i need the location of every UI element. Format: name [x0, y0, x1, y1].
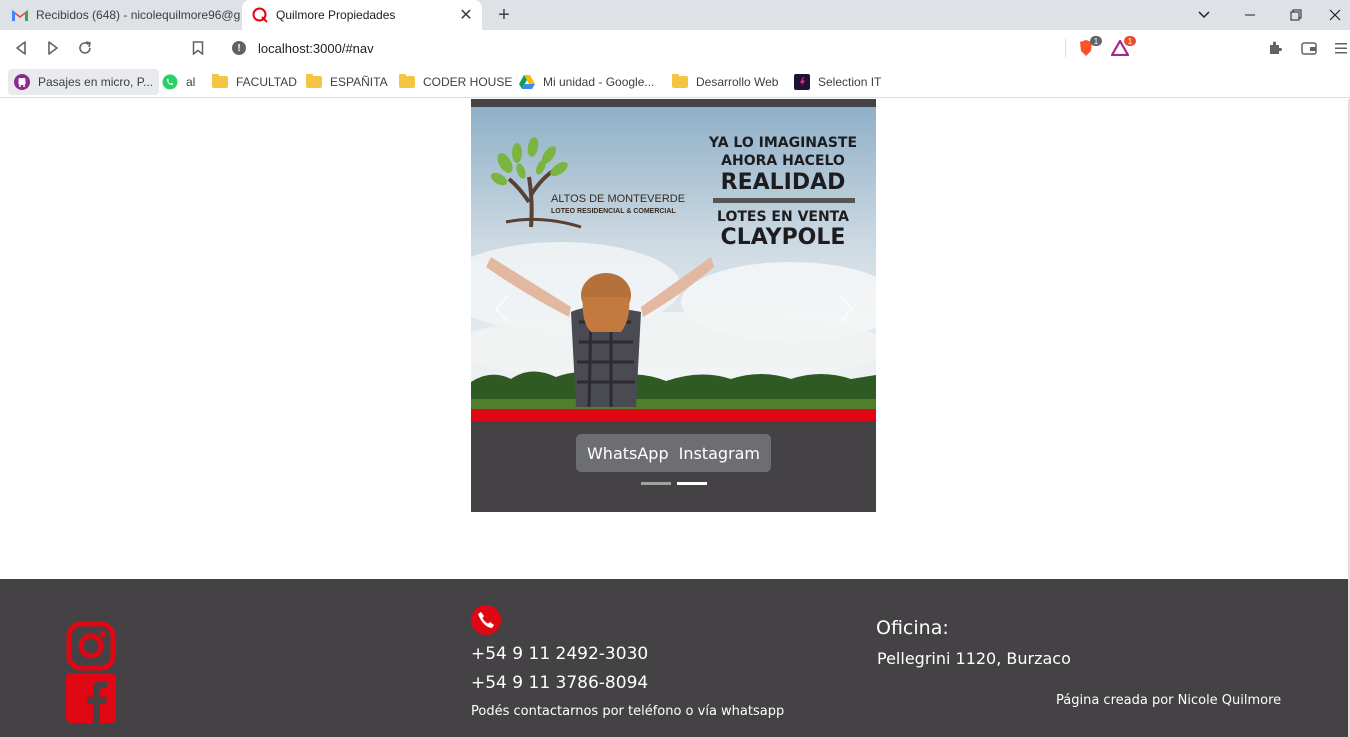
folder-icon: [306, 74, 322, 90]
page-content: ALTOS DE MONTEVERDE LOTEO RESIDENCIAL & …: [0, 99, 1350, 737]
new-tab-button[interactable]: +: [492, 3, 516, 27]
address-bar[interactable]: ! localhost:3000/#nav 1 1: [222, 34, 1142, 62]
site-footer: +54 9 11 2492-3030 +54 9 11 3786-8094 Po…: [0, 579, 1350, 737]
bookmark-selection-it[interactable]: Selection IT: [788, 69, 887, 95]
bookmark-label: Mi unidad - Google...: [543, 75, 655, 89]
instagram-link[interactable]: Instagram: [679, 444, 760, 463]
tab-search-icon[interactable]: [1181, 0, 1227, 30]
phone-icon: [471, 605, 501, 635]
credit-text: Página creada por Nicole Quilmore: [1056, 693, 1282, 708]
divider: [1065, 39, 1066, 57]
folder-icon: [399, 74, 415, 90]
bookmark-label: ESPAÑITA: [330, 75, 388, 89]
carousel-next-button[interactable]: [831, 289, 861, 329]
instagram-icon[interactable]: [66, 621, 116, 671]
slide-brand-line2: LOTEO RESIDENCIAL & COMERCIAL: [551, 208, 676, 215]
wallet-icon[interactable]: [1297, 36, 1321, 60]
whatsapp-link[interactable]: WhatsApp: [587, 444, 669, 463]
bookmark-label: CODER HOUSE: [423, 75, 513, 89]
restore-button[interactable]: [1273, 0, 1319, 30]
tab-title: Recibidos (648) - nicolequilmore96@g: [36, 8, 241, 22]
menu-icon[interactable]: [1331, 36, 1350, 60]
rewards-count: 1: [1124, 36, 1136, 46]
facebook-icon[interactable]: [66, 673, 116, 723]
url-text: localhost:3000/#nav: [258, 40, 374, 56]
bus-icon: [14, 74, 30, 90]
bookmark-label: FACULTAD: [236, 75, 297, 89]
carousel-slide-image: ALTOS DE MONTEVERDE LOTEO RESIDENCIAL & …: [471, 107, 876, 421]
brave-shields-icon[interactable]: 1: [1074, 36, 1102, 60]
bookmark-desarrollo-web[interactable]: Desarrollo Web: [666, 69, 784, 95]
forward-button[interactable]: [41, 36, 65, 60]
minimize-button[interactable]: [1227, 0, 1273, 30]
bookmark-pasajes[interactable]: Pasajes en micro, P...: [8, 69, 160, 95]
bookmark-label: Pasajes en micro, P...: [38, 75, 154, 89]
extensions-icon[interactable]: [1263, 36, 1287, 60]
bookmark-icon[interactable]: [186, 36, 210, 60]
social-links: [66, 621, 116, 725]
carousel-prev-button[interactable]: [487, 289, 517, 329]
tab-gmail[interactable]: Recibidos (648) - nicolequilmore96@g: [0, 0, 242, 30]
carousel-indicator-1[interactable]: [641, 482, 671, 485]
bookmark-coder-house[interactable]: CODER HOUSE: [393, 69, 518, 95]
shields-count: 1: [1090, 36, 1102, 46]
back-button[interactable]: [9, 36, 33, 60]
carousel-indicator-2[interactable]: [677, 482, 707, 485]
bookmark-facultad[interactable]: FACULTAD: [206, 69, 303, 95]
selection-icon: [794, 74, 810, 90]
office-title: Oficina:: [876, 617, 949, 639]
tab-quilmore[interactable]: Quilmore Propiedades ✕: [242, 0, 482, 30]
bookmark-espanita[interactable]: ESPAÑITA: [300, 69, 394, 95]
brave-rewards-icon[interactable]: 1: [1108, 36, 1136, 60]
browser-toolbar: ! localhost:3000/#nav 1 1: [0, 30, 1350, 66]
tab-title: Quilmore Propiedades: [276, 8, 396, 22]
bookmark-al[interactable]: al: [156, 69, 201, 95]
bookmark-label: Desarrollo Web: [696, 75, 779, 89]
slide-headline3: REALIDAD: [721, 170, 846, 195]
phone-number-2[interactable]: +54 9 11 3786-8094: [471, 673, 648, 693]
quilmore-icon: [252, 7, 268, 23]
folder-icon: [672, 74, 688, 90]
contact-note: Podés contactarnos por teléfono o vía wh…: [471, 704, 785, 719]
reload-button[interactable]: [73, 36, 97, 60]
slide-headline1: YA LO IMAGINASTE: [708, 135, 857, 151]
phone-number-1[interactable]: +54 9 11 2492-3030: [471, 644, 648, 664]
bookmark-label: Selection IT: [818, 75, 882, 89]
close-window-button[interactable]: [1319, 0, 1350, 30]
promo-carousel: ALTOS DE MONTEVERDE LOTEO RESIDENCIAL & …: [471, 99, 876, 512]
carousel-indicators: [641, 482, 707, 485]
office-address: Pellegrini 1120, Burzaco: [877, 649, 1071, 668]
slide-brand-line1: ALTOS DE MONTEVERDE: [551, 193, 685, 205]
gmail-icon: [12, 7, 28, 23]
site-info-icon[interactable]: !: [232, 41, 246, 55]
folder-icon: [212, 74, 228, 90]
bookmark-label: al: [186, 75, 196, 89]
tab-strip: Recibidos (648) - nicolequilmore96@g Qui…: [0, 0, 1350, 30]
slide-headline4: LOTES EN VENTA: [717, 209, 849, 225]
carousel-caption: WhatsApp Instagram: [576, 434, 771, 472]
whatsapp-icon: [162, 74, 178, 90]
slide-headline2: AHORA HACELO: [721, 153, 845, 169]
slide-headline5: CLAYPOLE: [721, 225, 846, 250]
close-tab-icon[interactable]: ✕: [454, 3, 478, 27]
drive-icon: [519, 74, 535, 90]
bookmark-google-drive[interactable]: Mi unidad - Google...: [513, 69, 660, 95]
bookmarks-bar: Pasajes en micro, P... al FACULTAD ESPAÑ…: [0, 66, 1350, 98]
